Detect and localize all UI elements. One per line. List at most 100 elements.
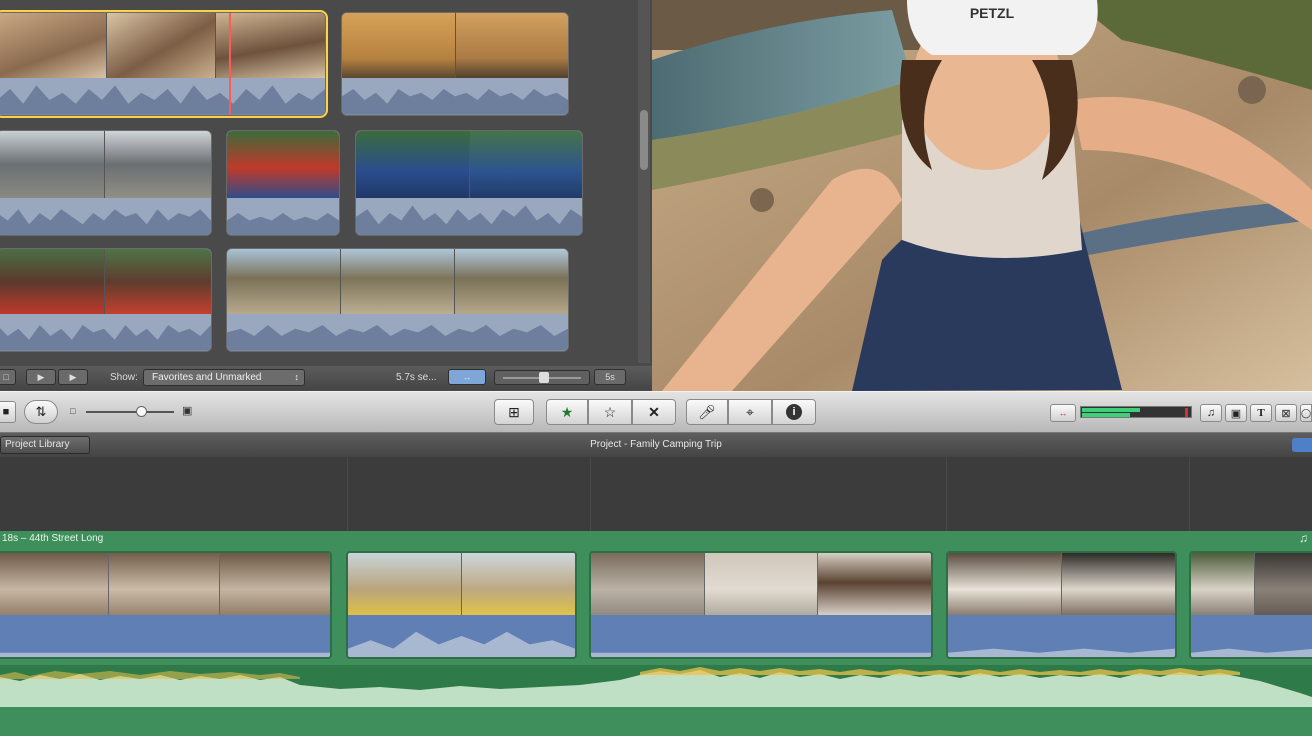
clip-audio-waveform xyxy=(227,197,339,235)
clip-audio-waveform xyxy=(227,314,568,351)
video-viewer: PETZL xyxy=(652,0,1312,391)
crop-button[interactable]: ⌖ xyxy=(728,399,772,425)
clip-thumbnail xyxy=(469,131,582,198)
clip-audio-waveform xyxy=(0,314,211,351)
voiceover-button[interactable]: 🎤︎ xyxy=(686,399,728,425)
browser-bottom-bar: □ ▶︎ ▶ Show: Favorites and Unmarked 5.7s… xyxy=(0,366,652,390)
star-outline-icon: ☆ xyxy=(603,403,617,420)
clip-thumbnail xyxy=(1254,553,1312,619)
clip-audio-waveform xyxy=(356,197,582,235)
clip-thumbnail xyxy=(341,249,455,315)
clip-thumbnail xyxy=(216,13,325,79)
svg-text:PETZL: PETZL xyxy=(970,5,1015,21)
swap-events-projects-icon[interactable]: ⇅ xyxy=(24,400,58,424)
project-clip-loading-car[interactable] xyxy=(946,551,1177,659)
themes-browser-button[interactable]: ◯ xyxy=(1300,404,1312,422)
clip-thumbnail xyxy=(106,13,217,79)
clip-duration-label: 5.7s se... xyxy=(396,372,437,383)
unmark-button[interactable]: ☆ xyxy=(588,399,632,425)
clip-thumbnail xyxy=(227,249,341,315)
reject-x-icon: ✕ xyxy=(648,403,660,420)
info-icon: i xyxy=(786,404,802,420)
camera-import-icon[interactable]: ■ xyxy=(0,401,16,423)
project-title: Project - Family Camping Trip xyxy=(590,439,722,450)
thumbnail-size-slider[interactable] xyxy=(86,406,174,417)
clip-thumbnail xyxy=(0,13,107,79)
project-clip-driveway[interactable] xyxy=(589,551,933,659)
event-clip-kayak-bow[interactable] xyxy=(0,130,212,236)
event-browser: □ ▶︎ ▶ Show: Favorites and Unmarked 5.7s… xyxy=(0,0,652,391)
project-timeline: 18s – 44th Street Long ♫ xyxy=(0,457,1312,736)
clip-thumbnail xyxy=(818,553,931,619)
clip-thumbnail xyxy=(1191,553,1255,619)
project-clip-street[interactable] xyxy=(1189,551,1312,659)
browser-scrollbar[interactable] xyxy=(638,0,650,363)
inspector-button[interactable]: i xyxy=(772,399,816,425)
zoom-value: 5s xyxy=(594,369,626,385)
add-to-project-button[interactable]: ⊞ xyxy=(494,399,534,425)
list-view-button[interactable]: □ xyxy=(0,369,16,385)
mark-favorite-button[interactable]: ★ xyxy=(546,399,588,425)
add-clip-icon: ⊞ xyxy=(508,403,520,420)
event-clip-rafting[interactable] xyxy=(0,248,212,352)
project-view-toggle[interactable] xyxy=(1292,438,1312,452)
clip-audio-waveform xyxy=(1191,615,1312,657)
show-label: Show: xyxy=(110,372,138,383)
project-clip-inflating-raft[interactable] xyxy=(346,551,577,659)
music-icon: ♫ xyxy=(1206,407,1216,419)
title-icon: T xyxy=(1257,407,1265,419)
clip-audio-waveform xyxy=(348,615,575,657)
thumbnail-size-slider-knob[interactable] xyxy=(136,406,147,417)
event-clip-climbing[interactable] xyxy=(0,12,326,116)
clip-duration-toggle[interactable]: ↔ xyxy=(448,369,486,385)
titles-browser-button[interactable]: T xyxy=(1250,404,1272,422)
event-clip-paddling[interactable] xyxy=(355,130,583,236)
audio-level-bottom-bar xyxy=(1082,413,1130,417)
clip-audio-waveform xyxy=(948,615,1175,657)
clip-thumbnail xyxy=(227,131,339,198)
music-track-label: 18s – 44th Street Long xyxy=(2,533,104,544)
audio-level-top-bar xyxy=(1082,408,1140,412)
clip-thumbnail xyxy=(0,249,105,315)
clip-thumbnail xyxy=(0,553,109,619)
clip-thumbnail xyxy=(455,249,568,315)
clip-thumbnail xyxy=(104,249,211,315)
event-clip-trail[interactable] xyxy=(226,248,569,352)
audio-peak-marker xyxy=(1185,408,1188,417)
zoom-slider[interactable] xyxy=(494,370,590,385)
clip-audio-waveform xyxy=(0,197,211,235)
play-button[interactable]: ▶ xyxy=(58,369,88,385)
skimmer-playhead[interactable] xyxy=(229,13,231,115)
clip-thumbnail xyxy=(0,131,105,198)
star-filled-icon: ★ xyxy=(560,403,574,420)
play-full-screen-button[interactable]: ▶︎ xyxy=(26,369,56,385)
music-note-icon: ♫ xyxy=(1299,531,1308,545)
clip-thumbnail xyxy=(591,553,705,619)
clip-thumbnail xyxy=(356,131,470,198)
main-toolbar: ■ ⇅ □ ▣ ⊞ ★ ☆ ✕ 🎤︎ ⌖ i ↔ ♫ ▣ T ⊠ ◯ xyxy=(0,391,1312,433)
clip-thumbnail xyxy=(462,553,575,619)
show-filter-select[interactable]: Favorites and Unmarked xyxy=(143,369,305,386)
crop-icon: ⌖ xyxy=(746,403,754,420)
event-clip-canoe-pair[interactable] xyxy=(226,130,340,236)
zoom-slider-knob[interactable] xyxy=(539,372,549,383)
scrollbar-knob[interactable] xyxy=(640,110,648,170)
clip-thumbnail xyxy=(455,13,568,79)
clip-audio-waveform xyxy=(342,78,568,115)
audio-skimming-icon[interactable]: ↔ xyxy=(1050,404,1076,422)
project-clip-building-kids[interactable] xyxy=(0,551,332,659)
clip-thumbnail xyxy=(342,13,456,79)
reject-button[interactable]: ✕ xyxy=(632,399,676,425)
clip-thumbnail xyxy=(104,131,211,198)
clip-thumbnail xyxy=(704,553,819,619)
event-clip-sunset[interactable] xyxy=(341,12,569,116)
clip-audio-waveform xyxy=(0,78,325,115)
thumbnail-large-icon: ▣ xyxy=(182,405,193,417)
clip-audio-waveform xyxy=(0,615,330,657)
clip-thumbnail xyxy=(948,553,1062,619)
clip-thumbnail xyxy=(109,553,220,619)
photo-browser-button[interactable]: ▣ xyxy=(1225,404,1247,422)
transitions-browser-button[interactable]: ⊠ xyxy=(1275,404,1297,422)
project-header-bar: Project Library Project - Family Camping… xyxy=(0,433,1312,457)
music-browser-button[interactable]: ♫ xyxy=(1200,404,1222,422)
